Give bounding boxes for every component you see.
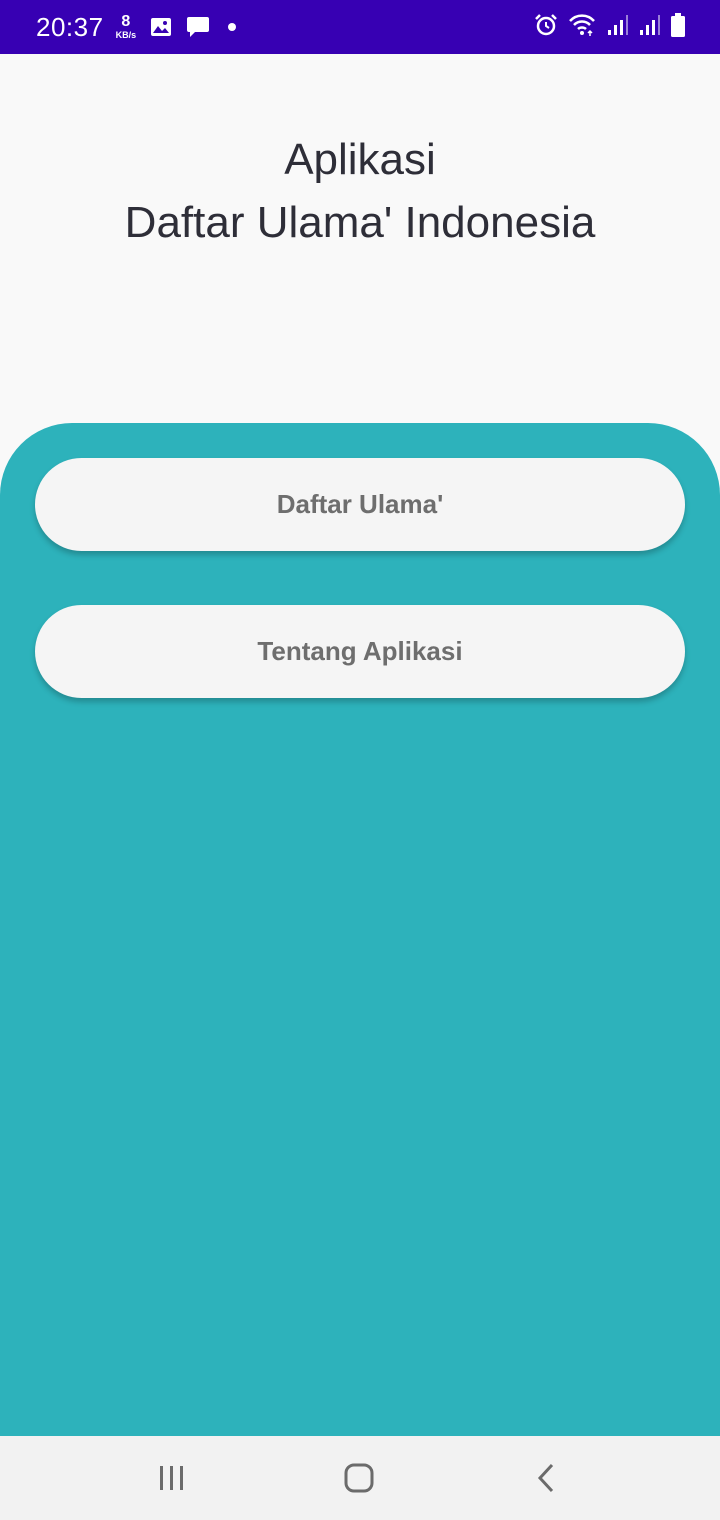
wifi-icon bbox=[568, 13, 596, 42]
back-button[interactable] bbox=[516, 1454, 576, 1502]
home-button[interactable] bbox=[329, 1454, 389, 1502]
net-speed-unit: KB/s bbox=[115, 30, 137, 40]
status-left: 20:37 8 KB/s bbox=[36, 0, 237, 54]
daftar-ulama-button[interactable]: Daftar Ulama' bbox=[35, 458, 685, 551]
recent-apps-icon bbox=[160, 1466, 183, 1490]
back-icon bbox=[537, 1463, 554, 1493]
recent-apps-button[interactable] bbox=[142, 1454, 202, 1502]
net-speed-value: 8 bbox=[121, 13, 131, 30]
tentang-aplikasi-label: Tentang Aplikasi bbox=[257, 636, 463, 666]
page-title: Aplikasi Daftar Ulama' Indonesia bbox=[0, 128, 720, 254]
alarm-icon bbox=[534, 13, 558, 42]
title-line-1: Aplikasi bbox=[284, 135, 436, 184]
tentang-aplikasi-button[interactable]: Tentang Aplikasi bbox=[35, 605, 685, 698]
status-right bbox=[534, 0, 686, 54]
navigation-bar bbox=[0, 1436, 720, 1520]
battery-icon bbox=[670, 12, 686, 43]
net-speed: 8 KB/s bbox=[116, 14, 137, 40]
home-icon bbox=[344, 1463, 374, 1493]
signal-icon bbox=[638, 13, 660, 42]
image-icon bbox=[150, 17, 172, 37]
menu-panel bbox=[0, 423, 720, 1436]
daftar-ulama-label: Daftar Ulama' bbox=[276, 489, 444, 519]
title-line-2: Daftar Ulama' Indonesia bbox=[124, 198, 596, 247]
status-bar: 20:37 8 KB/s bbox=[0, 0, 720, 54]
status-time: 20:37 bbox=[36, 11, 104, 42]
message-icon bbox=[186, 16, 210, 38]
notification-dot bbox=[228, 23, 237, 31]
signal-icon bbox=[606, 13, 628, 42]
